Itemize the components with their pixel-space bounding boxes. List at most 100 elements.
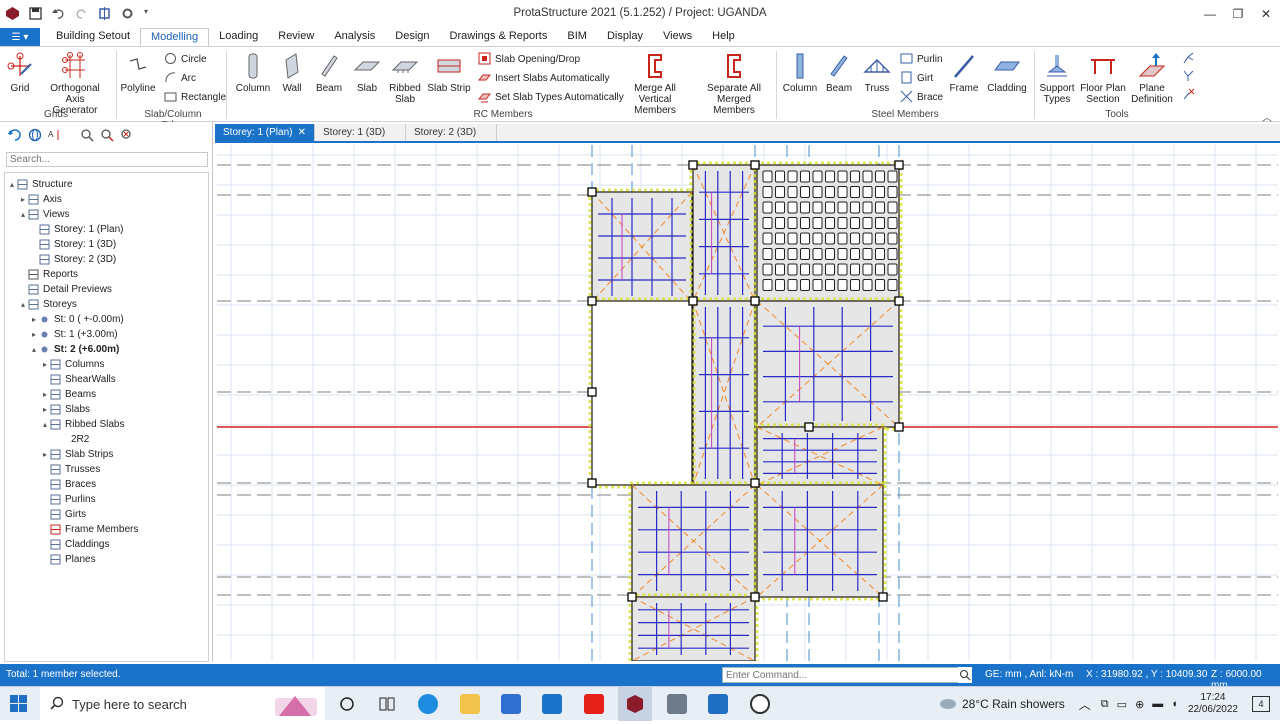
brace-button[interactable]: Brace — [900, 90, 943, 104]
tree-item[interactable]: ▴ Structure — [7, 177, 73, 192]
arc-button[interactable]: Arc — [164, 71, 196, 85]
tab-building-setout[interactable]: Building Setout — [46, 28, 140, 46]
tree-expander-icon[interactable]: ▸ — [18, 195, 28, 204]
slab-strip-button[interactable]: Slab Strip — [426, 51, 472, 94]
tree-expander-icon[interactable]: ▴ — [18, 300, 28, 309]
customize-dropdown-icon[interactable]: ▾ — [144, 7, 157, 20]
merge-all-vertical-members-button[interactable]: Merge All Vertical Members — [620, 51, 690, 116]
tree-item[interactable]: 2R2 — [51, 432, 89, 447]
zoom-window-icon[interactable] — [80, 128, 94, 142]
column-button[interactable]: Column — [234, 51, 272, 94]
truss-button[interactable]: Truss — [860, 51, 894, 94]
sort-icon[interactable]: A — [48, 128, 62, 142]
touchpad-icon[interactable]: ▭ — [1117, 698, 1127, 711]
tree-item[interactable]: Braces — [40, 477, 96, 492]
tree-expander-icon[interactable]: ▸ — [40, 450, 50, 459]
support-types-button[interactable]: Support Types — [1038, 51, 1076, 105]
structure-tool-icon[interactable] — [98, 7, 111, 20]
tab-bim[interactable]: BIM — [557, 28, 597, 46]
purlin-button[interactable]: Purlin — [900, 52, 943, 66]
network-icon[interactable]: ⊕ — [1135, 698, 1144, 711]
tree-item[interactable]: Frame Members — [40, 522, 138, 537]
settings-icon[interactable] — [121, 7, 134, 20]
tree-item[interactable]: ▸ St: 0 ( +-0.00m) — [29, 312, 124, 327]
tree-item[interactable]: ▴ Views — [18, 207, 70, 222]
tree-item[interactable]: ShearWalls — [40, 372, 116, 387]
clock[interactable]: 17:24 22/06/2022 — [1188, 692, 1238, 716]
zoom-select-icon[interactable] — [100, 128, 114, 142]
tree-item[interactable]: Storey: 1 (Plan) — [29, 222, 123, 237]
beam-button[interactable]: Beam — [312, 51, 346, 94]
cladding-button[interactable]: Cladding — [986, 51, 1028, 94]
notification-center-icon[interactable]: 4 — [1252, 696, 1270, 712]
restore-button[interactable]: ❐ — [1224, 0, 1252, 27]
tree-expander-icon[interactable]: ▸ — [29, 315, 39, 324]
tab-design[interactable]: Design — [385, 28, 439, 46]
orthogonal-axis-generator-button[interactable]: Orthogonal Axis Generator — [42, 51, 108, 116]
tree-expander-icon[interactable]: ▴ — [29, 345, 39, 354]
task-view-icon[interactable] — [377, 694, 397, 714]
tree-item[interactable]: Storey: 1 (3D) — [29, 237, 116, 252]
tree-expander-icon[interactable]: ▴ — [40, 420, 50, 429]
mail-icon[interactable] — [542, 694, 562, 714]
frame-button[interactable]: Frame — [946, 51, 982, 94]
ribbed-slab-button[interactable]: Ribbed Slab — [388, 51, 422, 105]
tree-expander-icon[interactable]: ▴ — [7, 180, 17, 189]
plan-view-canvas[interactable] — [217, 145, 1278, 661]
tree-item[interactable]: Planes — [40, 552, 96, 567]
store-icon[interactable] — [501, 694, 521, 714]
file-explorer-icon[interactable] — [460, 694, 480, 714]
chrome-icon[interactable] — [750, 694, 770, 714]
tool-extra-1[interactable] — [1182, 51, 1196, 65]
floor-plan-section-button[interactable]: Floor Plan Section — [1080, 51, 1126, 105]
command-search-icon[interactable] — [958, 667, 972, 683]
tree-item[interactable]: Detail Previews — [18, 282, 112, 297]
insert-slabs-button[interactable]: Insert Slabs Automatically — [477, 71, 610, 85]
photos-icon[interactable] — [708, 694, 728, 714]
collapse-ribbon-icon[interactable]: ︿ — [1262, 109, 1272, 124]
volume-icon[interactable]: ◖ — [1171, 698, 1178, 710]
tree-item[interactable]: ▸ Axis — [18, 192, 62, 207]
slab-button[interactable]: Slab — [350, 51, 384, 94]
tree-item[interactable]: Girts — [40, 507, 86, 522]
youtube-icon[interactable] — [584, 694, 604, 714]
tray-chevron-icon[interactable]: ︿ — [1079, 696, 1091, 713]
command-input[interactable] — [722, 667, 972, 683]
tab-storey-1-plan[interactable]: Storey: 1 (Plan) ✕ — [215, 124, 315, 141]
weather-text[interactable]: 28°C Rain showers — [962, 697, 1065, 711]
tray-app-icon[interactable]: ⧉ — [1101, 698, 1109, 711]
tab-help[interactable]: Help — [702, 28, 745, 46]
tree-expander-icon[interactable]: ▸ — [40, 405, 50, 414]
edge-browser-icon[interactable] — [418, 694, 438, 714]
tree-expander-icon[interactable]: ▸ — [40, 390, 50, 399]
tree-expander-icon[interactable]: ▸ — [29, 330, 39, 339]
windows-start-icon[interactable] — [10, 695, 28, 716]
close-tab-icon[interactable]: ✕ — [298, 127, 306, 138]
tree-item[interactable]: ▸ Slab Strips — [40, 447, 113, 462]
tree-item[interactable]: ▸ St: 1 (+3.00m) — [29, 327, 118, 342]
tree-item[interactable]: Purlins — [40, 492, 96, 507]
protastructure-taskbar-icon[interactable] — [618, 687, 652, 721]
tree-item[interactable]: Reports — [18, 267, 78, 282]
globe-icon[interactable] — [28, 128, 42, 142]
steel-column-button[interactable]: Column — [782, 51, 818, 94]
set-slab-types-button[interactable]: Set Slab Types Automatically — [477, 90, 624, 104]
tree-expander-icon[interactable]: ▴ — [18, 210, 28, 219]
zoom-clear-icon[interactable] — [120, 128, 134, 142]
cortana-icon[interactable] — [337, 694, 357, 714]
slab-opening-button[interactable]: Slab Opening/Drop — [478, 52, 580, 66]
rectangle-button[interactable]: Rectangle — [164, 90, 226, 104]
separate-all-merged-members-button[interactable]: Separate All Merged Members — [698, 51, 770, 116]
taskbar-search[interactable]: Type here to search — [40, 687, 325, 721]
tab-storey-2-3d[interactable]: Storey: 2 (3D) — [406, 124, 497, 141]
tree-item[interactable]: Storey: 2 (3D) — [29, 252, 116, 267]
tab-modelling[interactable]: Modelling — [140, 28, 210, 46]
tab-views[interactable]: Views — [653, 28, 702, 46]
tree-item[interactable]: ▴ St: 2 (+6.00m) — [29, 342, 119, 357]
undo-icon[interactable] — [52, 7, 65, 20]
minimize-button[interactable]: — — [1196, 0, 1224, 27]
tree-item[interactable]: ▸ Columns — [40, 357, 104, 372]
redo-icon[interactable] — [75, 7, 88, 20]
tree-item[interactable]: Claddings — [40, 537, 109, 552]
tree-expander-icon[interactable]: ▸ — [40, 360, 50, 369]
